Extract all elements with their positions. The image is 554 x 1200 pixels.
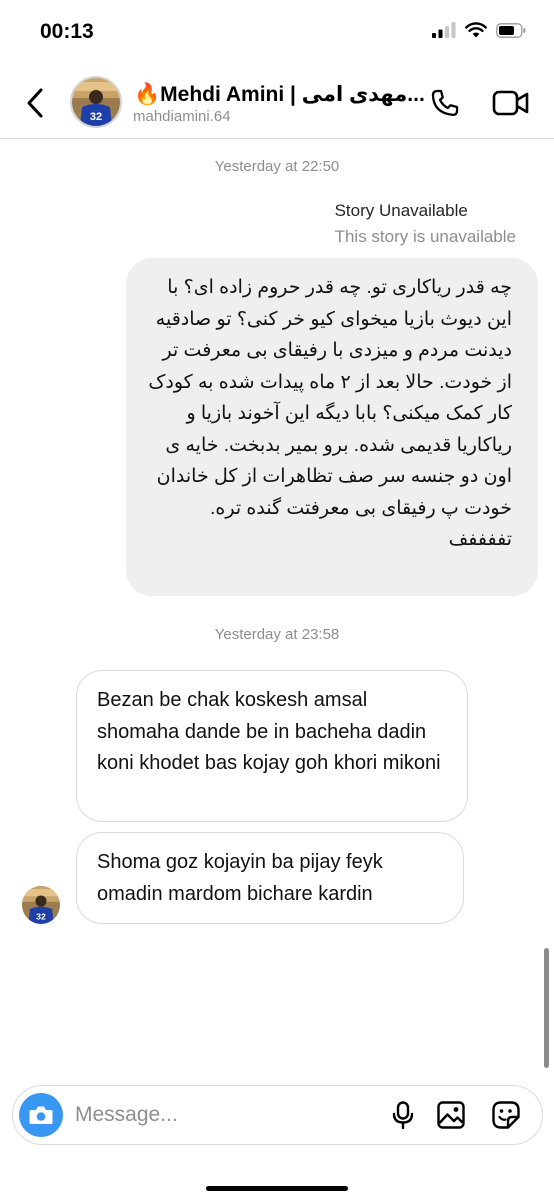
gallery-icon: [437, 1101, 465, 1129]
sender-jersey-number: 32: [36, 911, 46, 921]
sticker-icon: [492, 1101, 520, 1129]
message-composer: [12, 1085, 543, 1145]
battery-icon: [496, 22, 526, 38]
chat-header: 32 🔥Mehdi Amini | مهدی امی... mahdiamini…: [0, 68, 554, 139]
story-title: Story Unavailable: [334, 201, 468, 220]
gallery-button[interactable]: [436, 1100, 466, 1130]
microphone-icon: [392, 1101, 414, 1130]
status-time: 00:13: [40, 20, 94, 43]
back-chevron-icon: [27, 88, 43, 118]
incoming-message[interactable]: Shoma goz kojayin ba pijay feyk omadin m…: [76, 832, 464, 924]
audio-call-button[interactable]: [428, 86, 462, 120]
wifi-icon: [465, 22, 487, 38]
camera-icon: [29, 1106, 53, 1124]
outgoing-message[interactable]: چه قدر ریاکاری تو. چه قدر حروم زاده ای؟ …: [126, 258, 538, 596]
avatar[interactable]: 32: [70, 76, 122, 128]
home-indicator[interactable]: [206, 1186, 348, 1191]
sender-avatar[interactable]: 32: [22, 886, 60, 924]
voice-message-button[interactable]: [388, 1100, 418, 1130]
signal-icon: [432, 22, 456, 38]
scrollbar[interactable]: [544, 948, 549, 1068]
message-timestamp: Yesterday at 22:50: [214, 158, 340, 175]
status-bar: 00:13: [0, 0, 554, 68]
video-camera-icon: [492, 90, 529, 116]
story-reply-reference[interactable]: Story Unavailable This story is unavaila…: [335, 201, 516, 247]
story-subtitle: This story is unavailable: [334, 227, 516, 246]
message-timestamp: Yesterday at 23:58: [214, 626, 340, 643]
status-icons: [432, 22, 526, 38]
sticker-button[interactable]: [491, 1100, 521, 1130]
contact-username: mahdiamini.64: [133, 108, 231, 125]
camera-button[interactable]: [19, 1093, 63, 1137]
profile-photo: 32: [72, 78, 120, 126]
contact-name[interactable]: 🔥Mehdi Amini | مهدی امی...: [134, 82, 425, 107]
video-call-button[interactable]: [492, 88, 530, 118]
back-button[interactable]: [22, 86, 52, 120]
incoming-message[interactable]: Bezan be chak koskesh amsal shomaha dand…: [76, 670, 468, 822]
avatar-jersey-number: 32: [90, 111, 102, 123]
sender-photo: 32: [22, 886, 60, 924]
message-input[interactable]: [75, 1100, 305, 1130]
phone-icon: [431, 89, 459, 117]
